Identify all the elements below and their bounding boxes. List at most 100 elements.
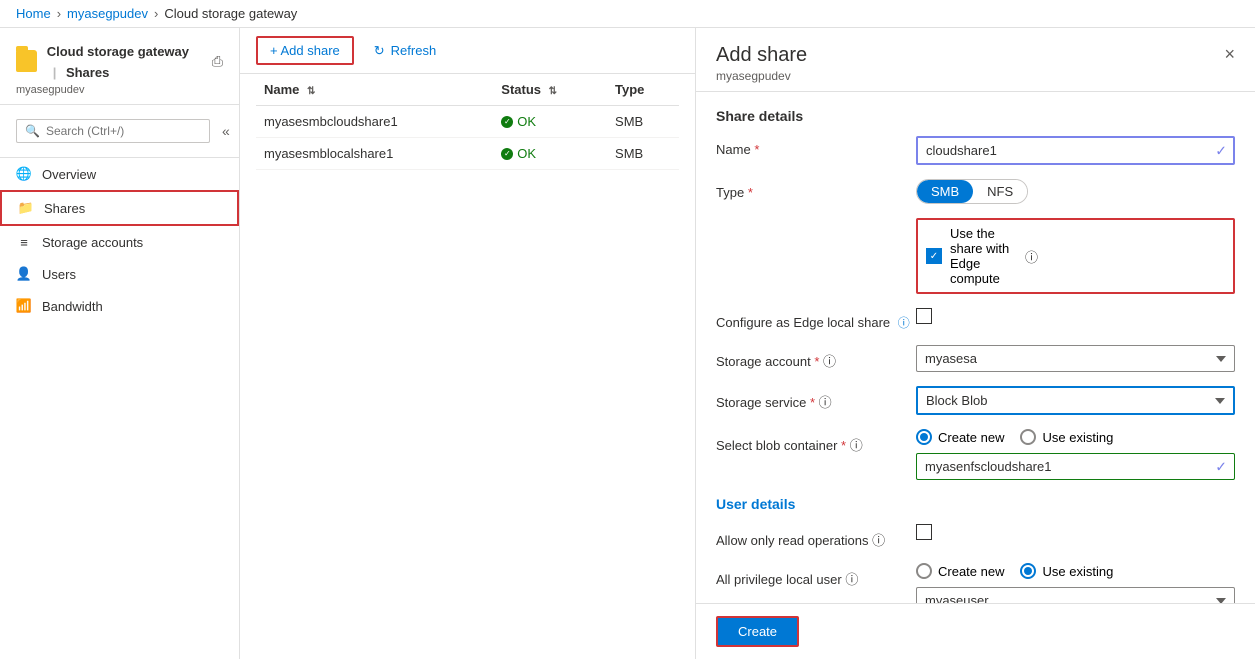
edge-compute-label <box>716 218 916 224</box>
privilege-row: All privilege local user ⓘ Create new Us… <box>716 563 1235 603</box>
sidebar-item-shares[interactable]: 📁 Shares <box>0 190 239 226</box>
shares-table: Name ⇅ Status ⇅ Type myases <box>256 74 679 170</box>
status-ok-icon <box>501 116 513 128</box>
privilege-use-existing-option[interactable]: Use existing <box>1020 563 1113 579</box>
edge-local-checkbox[interactable] <box>916 308 932 324</box>
privilege-control: Create new Use existing myaseuser <box>916 563 1235 603</box>
blob-create-new-option[interactable]: Create new <box>916 429 1004 445</box>
type-row: Type * SMB NFS <box>716 179 1235 204</box>
sidebar-item-label: Overview <box>42 167 96 182</box>
create-button[interactable]: Create <box>716 616 799 647</box>
blob-use-existing-radio[interactable] <box>1020 429 1036 445</box>
blob-value-input[interactable] <box>916 453 1235 480</box>
refresh-button[interactable]: ↻ Refresh <box>362 38 448 64</box>
blob-create-new-label: Create new <box>938 430 1004 445</box>
sidebar-item-label: Bandwidth <box>42 299 103 314</box>
edge-compute-checkbox[interactable] <box>926 248 942 264</box>
storage-account-row: Storage account * ⓘ myasesa <box>716 345 1235 372</box>
blob-create-new-radio[interactable] <box>916 429 932 445</box>
privilege-user-select[interactable]: myaseuser <box>916 587 1235 603</box>
storage-account-info-icon[interactable]: ⓘ <box>823 354 836 369</box>
col-type[interactable]: Type <box>607 74 679 106</box>
edge-local-info-icon[interactable]: ⓘ <box>898 316 910 330</box>
privilege-use-existing-label: Use existing <box>1042 564 1113 579</box>
content-area: + Add share ↻ Refresh Name ⇅ Status ⇅ <box>240 28 695 659</box>
panel-subtitle: myasegpudev <box>716 69 807 83</box>
edge-compute-info-icon[interactable]: ⓘ <box>1025 247 1225 266</box>
blob-container-radio-group: Create new Use existing <box>916 429 1235 445</box>
edge-local-label: Configure as Edge local share ⓘ <box>716 308 916 331</box>
share-icon: 📁 <box>18 200 34 216</box>
user-icon: 👤 <box>16 266 32 282</box>
edge-local-row: Configure as Edge local share ⓘ <box>716 308 1235 331</box>
row-status: OK <box>493 106 607 138</box>
storage-service-info-icon[interactable]: ⓘ <box>819 395 832 410</box>
table-row[interactable]: myasesmblocalshare1 OK SMB <box>256 138 679 170</box>
checkmark-icon: ✓ <box>1215 142 1227 159</box>
sidebar-item-storage-accounts[interactable]: ≡ Storage accounts <box>0 226 239 258</box>
page-title: Cloud storage gateway | Shares <box>47 40 202 82</box>
status-ok-icon <box>501 148 513 160</box>
sidebar-item-label: Shares <box>44 201 85 216</box>
sidebar-subtitle: myasegpudev <box>16 84 223 96</box>
edge-compute-checkbox-row: Use the share with Edge compute ⓘ <box>916 218 1235 294</box>
storage-service-row: Storage service * ⓘ Block Blob <box>716 386 1235 415</box>
allow-readonly-label: Allow only read operations ⓘ <box>716 524 916 549</box>
panel-footer: Create <box>696 603 1255 659</box>
privilege-radio-group: Create new Use existing <box>916 563 1235 579</box>
search-icon: 🔍 <box>25 124 40 138</box>
storage-icon: ≡ <box>16 234 32 250</box>
privilege-use-existing-radio[interactable] <box>1020 563 1036 579</box>
allow-readonly-row: Allow only read operations ⓘ <box>716 524 1235 549</box>
privilege-create-new-label: Create new <box>938 564 1004 579</box>
col-name[interactable]: Name ⇅ <box>256 74 493 106</box>
allow-readonly-checkbox[interactable] <box>916 524 932 540</box>
col-status[interactable]: Status ⇅ <box>493 74 607 106</box>
type-nfs-button[interactable]: NFS <box>973 180 1027 203</box>
toolbar: + Add share ↻ Refresh <box>240 28 695 74</box>
privilege-info-icon[interactable]: ⓘ <box>845 572 858 587</box>
breadcrumb-home[interactable]: Home <box>16 6 51 21</box>
search-input[interactable] <box>46 124 201 138</box>
privilege-label: All privilege local user ⓘ <box>716 563 916 588</box>
blob-container-info-icon[interactable]: ⓘ <box>850 438 863 453</box>
add-share-panel: Add share myasegpudev × Share details Na… <box>695 28 1255 659</box>
sidebar-item-overview[interactable]: 🌐 Overview <box>0 158 239 190</box>
globe-icon: 🌐 <box>16 166 32 182</box>
allow-readonly-info-icon[interactable]: ⓘ <box>872 533 885 548</box>
add-share-button[interactable]: + Add share <box>256 36 354 65</box>
shares-table-container: Name ⇅ Status ⇅ Type myases <box>240 74 695 659</box>
privilege-create-new-radio[interactable] <box>916 563 932 579</box>
sidebar-item-bandwidth[interactable]: 📶 Bandwidth <box>0 290 239 322</box>
breadcrumb-device[interactable]: myasegpudev <box>67 6 148 21</box>
table-row[interactable]: myasesmbcloudshare1 OK SMB <box>256 106 679 138</box>
refresh-label: Refresh <box>391 43 437 58</box>
sidebar-header: Cloud storage gateway | Shares ⎙ myasegp… <box>0 28 239 105</box>
storage-account-control: myasesa <box>916 345 1235 372</box>
privilege-create-new-option[interactable]: Create new <box>916 563 1004 579</box>
user-details-section: User details <box>716 496 1235 512</box>
storage-service-label: Storage service * ⓘ <box>716 386 916 411</box>
storage-service-select[interactable]: Block Blob <box>916 386 1235 415</box>
blob-use-existing-option[interactable]: Use existing <box>1020 429 1113 445</box>
blob-container-row: Select blob container * ⓘ Create new Use… <box>716 429 1235 480</box>
folder-icon <box>16 50 37 72</box>
sort-icon: ⇅ <box>549 86 557 97</box>
blob-container-control: Create new Use existing ✓ <box>916 429 1235 480</box>
storage-account-select[interactable]: myasesa <box>916 345 1235 372</box>
sort-icon: ⇅ <box>307 86 315 97</box>
close-button[interactable]: × <box>1224 44 1235 65</box>
name-input[interactable] <box>916 136 1235 165</box>
name-label: Name * <box>716 136 916 157</box>
sidebar-item-users[interactable]: 👤 Users <box>0 258 239 290</box>
breadcrumb-current: Cloud storage gateway <box>164 6 297 21</box>
row-name: myasesmbcloudshare1 <box>256 106 493 138</box>
type-smb-button[interactable]: SMB <box>917 180 973 203</box>
print-icon[interactable]: ⎙ <box>212 53 223 70</box>
nav-items: 🌐 Overview 📁 Shares ≡ Storage accounts 👤… <box>0 158 239 659</box>
sidebar-title-row: Cloud storage gateway | Shares ⎙ <box>16 40 223 82</box>
blob-container-label: Select blob container * ⓘ <box>716 429 916 454</box>
search-box[interactable]: 🔍 <box>16 119 210 143</box>
type-label: Type * <box>716 179 916 200</box>
collapse-button[interactable]: « <box>218 123 234 139</box>
